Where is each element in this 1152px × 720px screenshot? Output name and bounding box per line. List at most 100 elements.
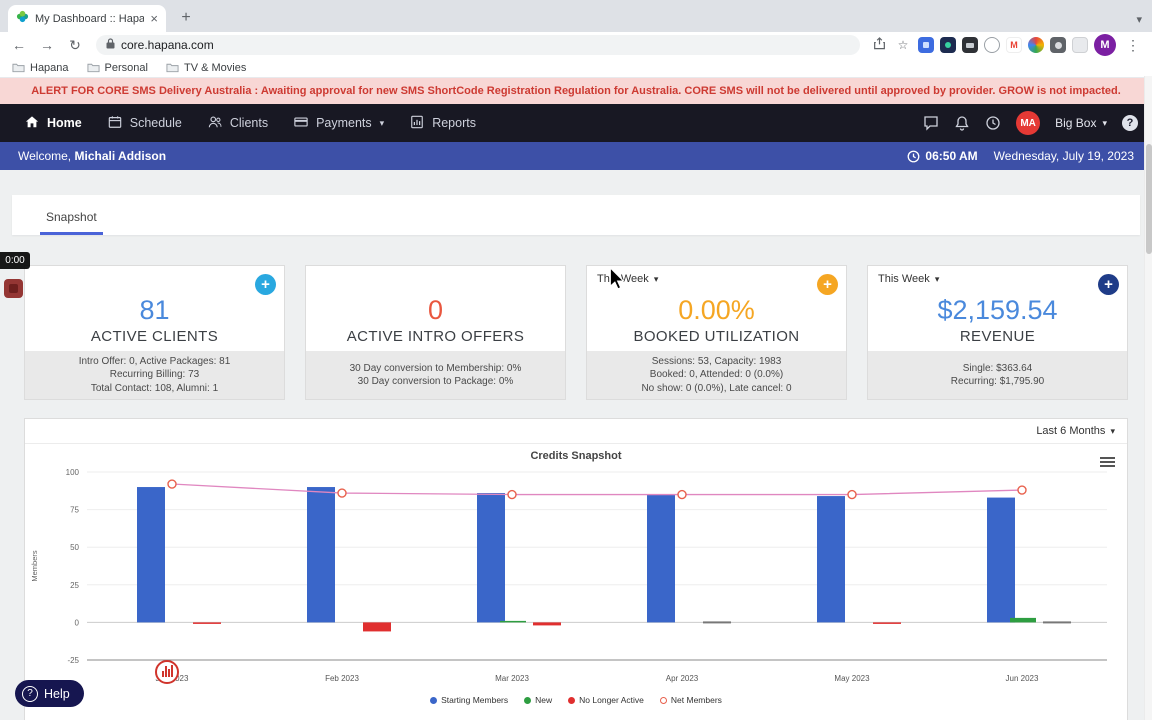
svg-text:75: 75	[70, 506, 79, 515]
active-intro-offers-value: 0	[427, 295, 444, 325]
browser-window: My Dashboard :: Hapana | Tak... × + ▾ ← …	[0, 0, 1152, 720]
legend-label: Starting Members	[441, 695, 509, 705]
url-text: core.hapana.com	[121, 38, 214, 52]
welcome-bar: Welcome, Michali Addison 06:50 AM Wednes…	[0, 142, 1152, 170]
legend-item[interactable]: Net Members	[659, 695, 722, 705]
extension-icon-4[interactable]	[984, 37, 1000, 53]
legend-label: New	[535, 695, 553, 705]
lock-icon	[106, 36, 115, 54]
tab-snapshot[interactable]: Snapshot	[40, 200, 103, 235]
svg-text:Jun 2023: Jun 2023	[1006, 674, 1039, 683]
bookmark-folder-personal[interactable]: Personal	[87, 62, 148, 74]
svg-text:-25: -25	[67, 656, 79, 665]
bookmarks-bar: Hapana Personal TV & Movies	[0, 58, 1152, 78]
payments-icon	[294, 115, 310, 131]
stat-card-active-intro-offers: 0 ACTIVE INTRO OFFERS 30 Day conversion …	[305, 265, 566, 400]
tab-title: My Dashboard :: Hapana | Tak...	[35, 12, 145, 25]
new-tab-button[interactable]: +	[174, 6, 198, 30]
tab-close-icon[interactable]: ×	[150, 11, 158, 26]
site-favicon-icon	[16, 10, 29, 28]
recording-indicator[interactable]	[155, 660, 179, 684]
share-icon[interactable]	[870, 37, 888, 53]
chevron-down-icon: ▾	[1110, 426, 1115, 436]
chart-range-dropdown[interactable]: Last 6 Months ▾	[1036, 425, 1115, 437]
chat-icon[interactable]	[923, 115, 939, 131]
account-switcher[interactable]: Big Box ▾	[1055, 116, 1107, 130]
chart-legend: Starting Members New No Longer Active Net M…	[25, 695, 1127, 705]
forward-button[interactable]: →	[36, 37, 58, 53]
calendar-icon	[108, 115, 124, 131]
extension-icon-2[interactable]	[940, 37, 956, 53]
gmail-extension-icon[interactable]: M	[1006, 37, 1022, 53]
tab-list-caret-icon[interactable]: ▾	[1136, 13, 1142, 26]
browser-tab-strip: My Dashboard :: Hapana | Tak... × + ▾	[0, 0, 1152, 32]
help-button[interactable]: ? Help	[15, 680, 84, 707]
browser-tab[interactable]: My Dashboard :: Hapana | Tak... ×	[8, 5, 166, 32]
add-booking-button[interactable]: +	[817, 274, 838, 295]
stat-card-active-clients: + 81 ACTIVE CLIENTS Intro Offer: 0, Acti…	[24, 265, 285, 400]
clock-icon	[907, 150, 920, 162]
current-time: 06:50 AM	[907, 149, 978, 163]
credits-snapshot-card: Last 6 Months ▾ Credits Snapshot 100 75 50…	[24, 418, 1128, 720]
svg-text:Feb 2023: Feb 2023	[325, 674, 359, 683]
booked-utilization-value: 0.00%	[678, 294, 755, 325]
active-clients-label: ACTIVE CLIENTS	[90, 327, 219, 345]
history-clock-icon[interactable]	[985, 115, 1001, 131]
user-avatar[interactable]: MA	[1016, 111, 1041, 135]
home-icon	[25, 115, 41, 131]
dashboard-content: Snapshot + 81 ACTIVE CLIENTS Intro Offer…	[0, 170, 1152, 720]
page-tabs: Snapshot	[12, 195, 1140, 235]
legend-item[interactable]: No Longer Active	[568, 695, 644, 705]
booked-utilization-label: BOOKED UTILIZATION	[633, 327, 800, 345]
svg-text:Members: Members	[30, 550, 39, 582]
nav-item-schedule[interactable]: Schedule	[97, 104, 193, 142]
legend-label: Net Members	[670, 695, 722, 705]
legend-item[interactable]: New	[524, 695, 552, 705]
extension-icon-1[interactable]	[918, 37, 934, 53]
nav-item-clients[interactable]: Clients	[197, 104, 279, 142]
add-client-button[interactable]: +	[255, 274, 276, 295]
svg-text:100: 100	[66, 468, 80, 477]
nav-item-reports[interactable]: Reports	[399, 104, 487, 142]
folder-icon	[166, 63, 179, 73]
credits-snapshot-chart: 1007550250-25Jan 2023Feb 2023Mar 2023Apr…	[30, 468, 1107, 683]
user-name: Michali Addison	[74, 149, 167, 163]
browser-profile-avatar[interactable]: M	[1094, 34, 1116, 56]
browser-menu-icon[interactable]: ⋮	[1122, 37, 1144, 54]
scrollbar-thumb[interactable]	[1146, 144, 1152, 254]
clients-icon	[208, 115, 224, 131]
nav-item-home[interactable]: Home	[14, 104, 93, 142]
recording-badge[interactable]	[4, 279, 23, 298]
browser-toolbar: ← → ↻ core.hapana.com ☆ M M ⋮	[0, 32, 1152, 58]
nav-item-payments[interactable]: Payments ▾	[283, 104, 395, 142]
extension-icon-3[interactable]	[962, 37, 978, 53]
address-bar[interactable]: core.hapana.com	[96, 35, 860, 55]
extension-icon-7[interactable]	[1050, 37, 1066, 53]
chart-menu-icon[interactable]	[1100, 455, 1115, 469]
extension-icon-8[interactable]	[1072, 37, 1088, 53]
svg-text:May 2023: May 2023	[834, 674, 870, 683]
extension-icon-6[interactable]	[1028, 37, 1044, 53]
bookmark-folder-hapana[interactable]: Hapana	[12, 62, 69, 74]
bookmark-star-icon[interactable]: ☆	[894, 38, 912, 52]
current-date: Wednesday, July 19, 2023	[993, 149, 1134, 163]
booked-utilization-details: Sessions: 53, Capacity: 1983 Booked: 0, …	[587, 350, 846, 399]
revenue-period-dropdown[interactable]: This Week ▾	[878, 273, 939, 285]
reload-button[interactable]: ↻	[64, 37, 86, 54]
svg-text:Mar 2023: Mar 2023	[495, 674, 529, 683]
legend-marker-icon	[568, 697, 576, 705]
bookmark-folder-tv-movies[interactable]: TV & Movies	[166, 62, 246, 74]
chevron-down-icon: ▾	[934, 274, 940, 284]
svg-text:25: 25	[70, 581, 79, 590]
page-scrollbar[interactable]	[1144, 76, 1152, 720]
legend-marker-icon	[524, 697, 532, 705]
back-button[interactable]: ←	[8, 37, 30, 53]
utilization-period-dropdown[interactable]: This Week ▾	[597, 273, 658, 285]
active-intro-offers-details: 30 Day conversion to Membership: 0% 30 D…	[306, 351, 565, 399]
svg-text:50: 50	[70, 543, 79, 552]
legend-item[interactable]: Starting Members	[430, 695, 508, 705]
help-circle-icon[interactable]: ?	[1122, 115, 1138, 131]
notifications-bell-icon[interactable]	[954, 115, 970, 131]
add-payment-button[interactable]: +	[1098, 274, 1119, 295]
sms-alert-banner: ALERT FOR CORE SMS Delivery Australia : …	[0, 78, 1152, 104]
